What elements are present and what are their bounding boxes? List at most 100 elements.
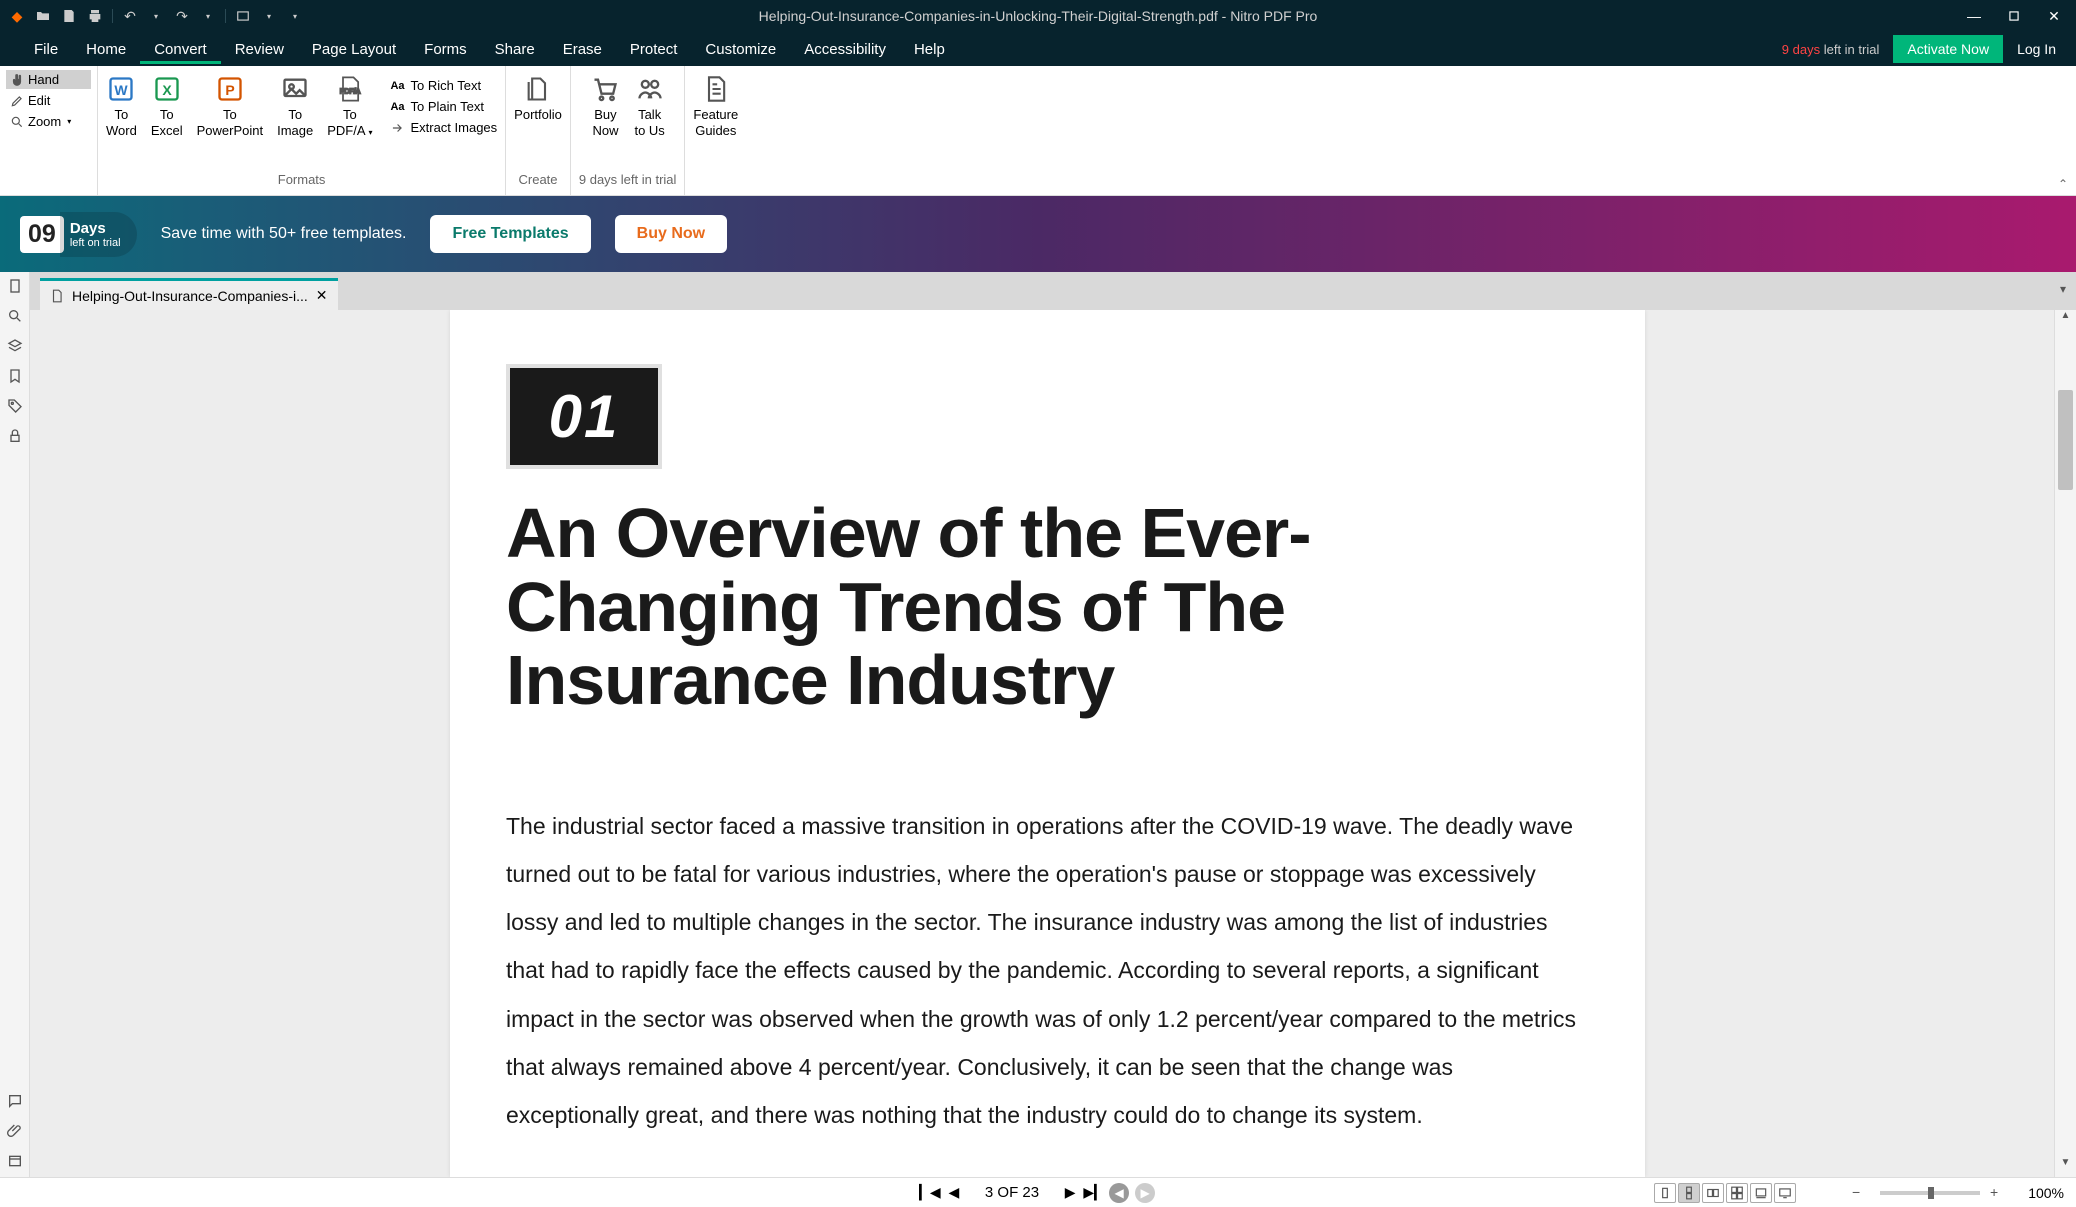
to-powerpoint-button[interactable]: P To PowerPoint [197,74,263,140]
to-excel-label: To Excel [151,107,183,140]
scroll-down-icon[interactable]: ▼ [2055,1157,2076,1177]
menu-bar: File Home Convert Review Page Layout For… [0,32,2076,66]
to-word-button[interactable]: W To Word [106,74,137,140]
prev-page-button[interactable]: ◀ [945,1184,963,1202]
to-excel-button[interactable]: X To Excel [151,74,183,140]
collapse-ribbon-icon[interactable]: ⌃ [2058,177,2068,191]
layers-panel-icon[interactable] [7,338,23,354]
days-label: Days [70,220,121,237]
menu-help[interactable]: Help [900,35,959,64]
promo-text: Save time with 50+ free templates. [161,225,407,243]
print-icon[interactable] [86,7,104,25]
to-rich-text-button[interactable]: AaTo Rich Text [390,78,497,93]
edit-tool[interactable]: Edit [6,91,91,110]
svg-text:P: P [225,82,234,98]
to-rich-label: To Rich Text [411,78,482,93]
ribbon-group-guides: Feature Guides [685,66,746,195]
facing-continuous-view-icon[interactable] [1726,1183,1748,1203]
portfolio-label: Portfolio [514,107,562,123]
menu-customize[interactable]: Customize [691,35,790,64]
activate-now-button[interactable]: Activate Now [1893,35,2003,63]
menu-erase[interactable]: Erase [549,35,616,64]
days-remaining-pill: 09 Days left on trial [20,212,137,257]
search-panel-icon[interactable] [7,308,23,324]
menu-forms[interactable]: Forms [410,35,481,64]
buy-now-ribbon-button[interactable]: Buy Now [590,74,620,140]
pages-panel-icon[interactable] [7,278,23,294]
continuous-view-icon[interactable] [1678,1183,1700,1203]
zoom-percent: 100% [2018,1185,2064,1201]
zoom-tool-label: Zoom [28,114,61,129]
edit-tool-label: Edit [28,93,50,108]
next-page-button[interactable]: ▶ [1061,1184,1079,1202]
fit-width-view-icon[interactable] [1750,1183,1772,1203]
to-pdfa-button[interactable]: PDF/A To PDF/A ▾ [327,74,372,140]
scroll-up-icon[interactable]: ▲ [2055,310,2076,330]
extract-images-button[interactable]: Extract Images [390,120,497,135]
qat-dropdown-icon[interactable]: ▾ [286,7,304,25]
window-title: Helping-Out-Insurance-Companies-in-Unloc… [759,8,1318,24]
app-logo-icon: ◆ [8,7,26,25]
output-panel-icon[interactable] [7,1153,23,1169]
document-view-area[interactable]: 01 An Overview of the Ever-Changing Tren… [30,310,2076,1177]
tabs-dropdown-icon[interactable]: ▾ [2060,282,2066,296]
to-image-button[interactable]: To Image [277,74,313,140]
close-tab-icon[interactable]: ✕ [316,287,328,304]
close-button[interactable]: ✕ [2044,6,2064,26]
free-templates-button[interactable]: Free Templates [430,215,590,253]
first-page-button[interactable]: ▎◀ [921,1184,939,1202]
svg-text:PDF/A: PDF/A [340,89,361,96]
buy-now-promo-button[interactable]: Buy Now [615,215,727,253]
to-plain-text-button[interactable]: AaTo Plain Text [390,99,497,114]
formats-group-label: Formats [278,172,326,189]
talk-to-us-button[interactable]: Talk to Us [634,74,664,140]
zoom-in-button[interactable]: + [1990,1184,2008,1202]
menu-review[interactable]: Review [221,35,298,64]
attachments-panel-icon[interactable] [7,1123,23,1139]
document-tab[interactable]: Helping-Out-Insurance-Companies-i... ✕ [40,278,338,310]
fullscreen-view-icon[interactable] [1774,1183,1796,1203]
menu-convert[interactable]: Convert [140,35,221,64]
menu-accessibility[interactable]: Accessibility [790,35,900,64]
days-sublabel: left on trial [70,237,121,249]
security-panel-icon[interactable] [7,428,23,444]
open-folder-icon[interactable] [34,7,52,25]
zoom-slider[interactable] [1880,1191,1980,1195]
to-pdfa-label: To PDF/A [327,107,365,138]
vertical-scrollbar[interactable]: ▲ ▼ [2054,310,2076,1177]
zoom-out-button[interactable]: − [1852,1184,1870,1202]
menu-home[interactable]: Home [72,35,140,64]
window-dropdown-icon[interactable]: ▾ [260,7,278,25]
menu-page-layout[interactable]: Page Layout [298,35,410,64]
bookmarks-panel-icon[interactable] [7,368,23,384]
feature-guides-button[interactable]: Feature Guides [693,74,738,140]
workspace: Helping-Out-Insurance-Companies-i... ✕ ▾… [0,272,2076,1177]
ribbon: Hand Edit Zoom ▾ W To Word X To Excel P … [0,66,2076,196]
zoom-tool[interactable]: Zoom ▾ [6,112,91,131]
page-navigator: ▎◀ ◀ 3 OF 23 ▶ ▶▎ ◀ ▶ [921,1183,1155,1203]
login-button[interactable]: Log In [2017,41,2056,57]
hand-tool[interactable]: Hand [6,70,91,89]
last-page-button[interactable]: ▶▎ [1085,1184,1103,1202]
redo-dropdown-icon[interactable]: ▾ [199,7,217,25]
nav-back-button[interactable]: ◀ [1109,1183,1129,1203]
save-icon[interactable] [60,7,78,25]
to-image-label: To Image [277,107,313,140]
facing-view-icon[interactable] [1702,1183,1724,1203]
undo-icon[interactable]: ↶ [121,7,139,25]
minimize-button[interactable]: — [1964,6,1984,26]
scroll-thumb[interactable] [2058,390,2073,490]
nav-forward-button[interactable]: ▶ [1135,1183,1155,1203]
window-icon[interactable] [234,7,252,25]
undo-dropdown-icon[interactable]: ▾ [147,7,165,25]
comments-panel-icon[interactable] [7,1093,23,1109]
menu-file[interactable]: File [20,35,72,64]
portfolio-button[interactable]: Portfolio [514,74,562,123]
maximize-button[interactable] [2004,6,2024,26]
menu-share[interactable]: Share [481,35,549,64]
menu-protect[interactable]: Protect [616,35,692,64]
zoom-controls: − + 100% [1852,1184,2064,1202]
redo-icon[interactable]: ↷ [173,7,191,25]
tags-panel-icon[interactable] [7,398,23,414]
single-page-view-icon[interactable] [1654,1183,1676,1203]
